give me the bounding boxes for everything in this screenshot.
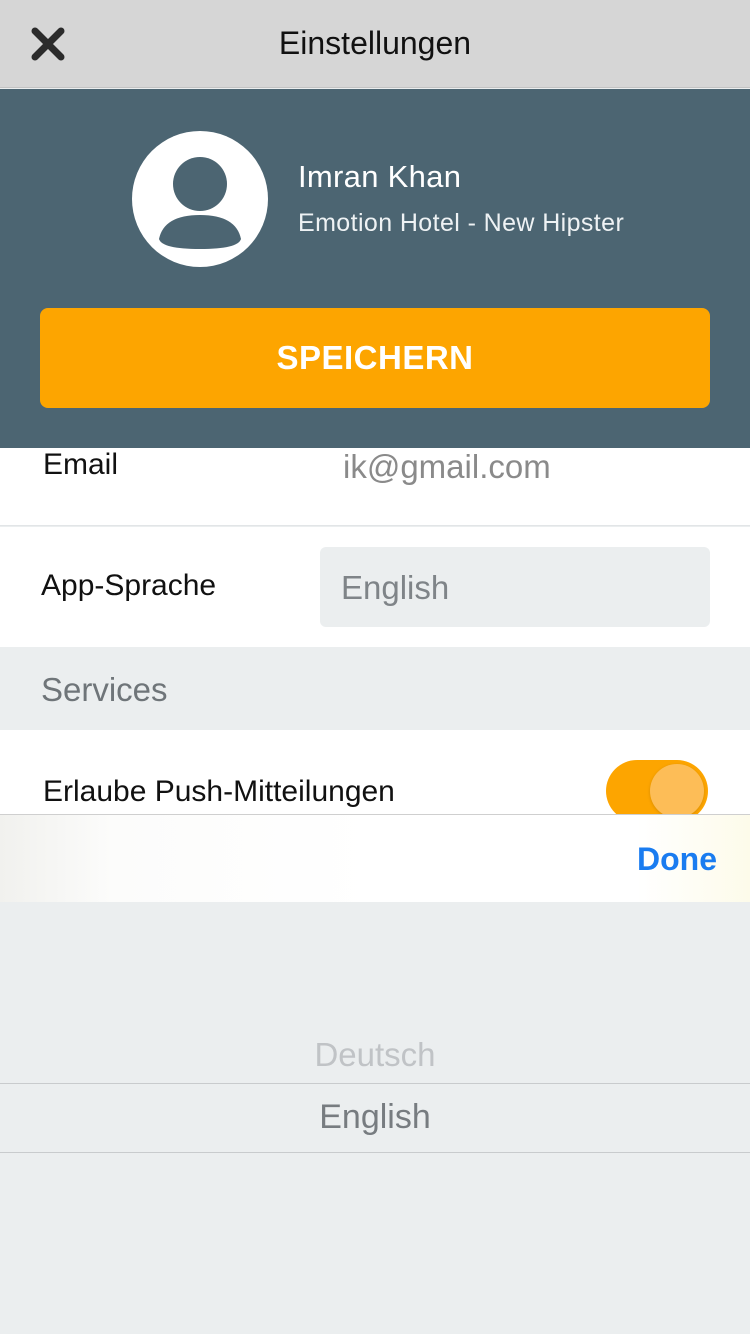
done-button[interactable]: Done bbox=[637, 841, 717, 878]
toggle-knob bbox=[650, 764, 704, 814]
user-hotel: Emotion Hotel - New Hipster bbox=[298, 209, 625, 237]
push-notifications-label: Erlaube Push-Mitteilungen bbox=[43, 775, 395, 808]
email-row: Email ik@gmail.com bbox=[0, 448, 750, 526]
services-section-header: Services bbox=[0, 647, 750, 730]
page-title: Einstellungen bbox=[278, 25, 472, 61]
profile-header: Imran Khan Emotion Hotel - New Hipster S… bbox=[0, 89, 750, 448]
app-language-value: English bbox=[341, 569, 450, 606]
app-language-field[interactable]: English bbox=[320, 547, 710, 627]
user-avatar-icon bbox=[159, 157, 241, 249]
app-language-label: App-Sprache bbox=[41, 569, 217, 602]
email-label: Email bbox=[43, 448, 119, 481]
email-value: ik@gmail.com bbox=[343, 448, 551, 485]
language-picker[interactable]: Deutsch English bbox=[0, 902, 750, 1334]
picker-selection-divider-bottom bbox=[0, 1152, 750, 1153]
picker-option-deutsch[interactable]: Deutsch bbox=[0, 1036, 750, 1074]
picker-selection-divider-top bbox=[0, 1083, 750, 1084]
avatar bbox=[132, 131, 268, 267]
picker-toolbar: Done bbox=[0, 814, 750, 902]
services-label: Services bbox=[41, 671, 168, 708]
save-button[interactable]: SPEICHERN bbox=[40, 308, 710, 408]
push-notifications-toggle[interactable] bbox=[606, 760, 708, 814]
user-name: Imran Khan bbox=[298, 159, 462, 194]
push-notifications-row: Erlaube Push-Mitteilungen bbox=[0, 730, 750, 814]
app-language-row: App-Sprache English bbox=[0, 527, 750, 647]
picker-option-english[interactable]: English bbox=[0, 1098, 750, 1137]
navigation-bar: Einstellungen bbox=[0, 0, 750, 88]
